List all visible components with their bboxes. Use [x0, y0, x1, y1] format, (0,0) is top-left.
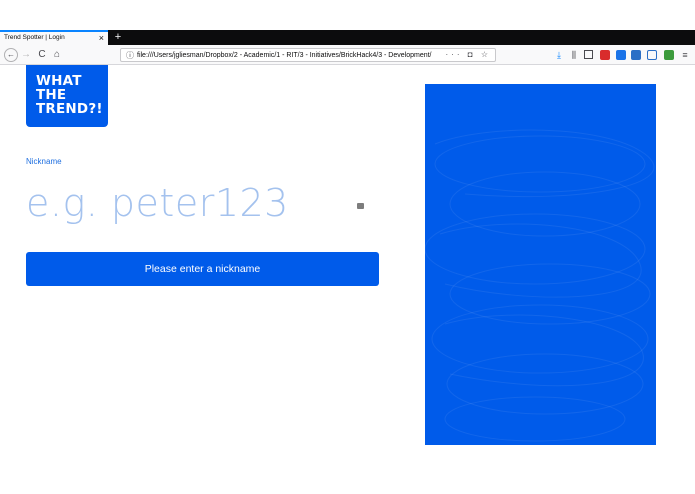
- extension-grid-icon[interactable]: [647, 50, 657, 60]
- logo-line-3: TREND?!: [36, 101, 103, 117]
- extension-blue-icon[interactable]: [616, 50, 626, 60]
- browser-tab-bar: Trend Spotter | Login × +: [0, 30, 695, 45]
- page: Trend Spotter | Login × + ← → C ⌂ ⓘ file…: [0, 0, 695, 494]
- info-icon[interactable]: ⓘ: [126, 50, 134, 61]
- reload-icon[interactable]: C: [36, 48, 48, 62]
- menu-icon[interactable]: ≡: [680, 50, 690, 60]
- app-logo: WHAT THE TREND?!: [26, 65, 108, 127]
- close-tab-icon[interactable]: ×: [99, 32, 104, 44]
- extension-mail-icon[interactable]: [631, 50, 641, 60]
- nickname-label: Nickname: [26, 157, 62, 166]
- hero-panel: [425, 84, 656, 445]
- home-icon[interactable]: ⌂: [51, 48, 63, 62]
- new-tab-icon[interactable]: +: [112, 30, 124, 45]
- forward-arrow-icon[interactable]: →: [20, 48, 32, 62]
- page-actions[interactable]: ··· ◘ ☆: [446, 49, 491, 61]
- logo-line-2: THE: [36, 87, 67, 103]
- url-bar[interactable]: ⓘ file:///Users/jgliesman/Dropbox/2 - Ac…: [120, 48, 496, 62]
- back-arrow-icon[interactable]: ←: [4, 48, 18, 62]
- browser-nav-bar: ← → C ⌂ ⓘ file:///Users/jgliesman/Dropbo…: [0, 45, 695, 65]
- keypad-icon[interactable]: [357, 203, 364, 209]
- tab-title: Trend Spotter | Login: [4, 34, 65, 41]
- download-icon[interactable]: ⤓: [554, 50, 564, 60]
- extension-green-icon[interactable]: [664, 50, 674, 60]
- sidebar-icon[interactable]: [584, 50, 593, 59]
- url-text: file:///Users/jgliesman/Dropbox/2 - Acad…: [137, 52, 432, 59]
- nickname-input[interactable]: [26, 178, 356, 228]
- browser-tab[interactable]: Trend Spotter | Login ×: [0, 30, 108, 45]
- library-icon[interactable]: ⫼: [569, 50, 579, 60]
- toolbar-icons: ⤓ ⫼ ≡: [554, 48, 694, 62]
- scribble-pattern: [425, 129, 655, 442]
- submit-nickname-button[interactable]: Please enter a nickname: [26, 252, 379, 286]
- logo-line-1: WHAT: [36, 73, 82, 89]
- extension-red-icon[interactable]: [600, 50, 610, 60]
